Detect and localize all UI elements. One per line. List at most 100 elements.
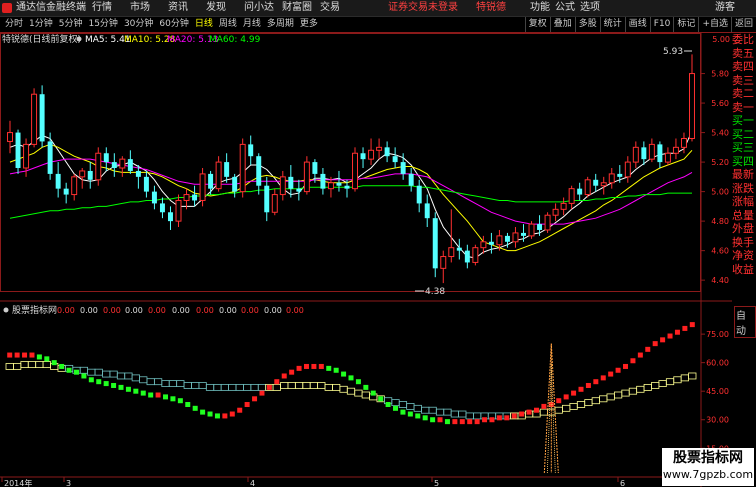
indicator-block	[645, 346, 651, 352]
side-label: 最新	[732, 168, 754, 181]
indicator-block	[333, 367, 339, 373]
menu-item[interactable]: 资讯	[168, 0, 206, 16]
login-notice[interactable]: 证券交易未登录	[388, 0, 458, 16]
terminal-window: 通达信金融终端 行情 市场 资讯 发现 问小达 财富圈 交易 证券交易未登录 特…	[0, 0, 756, 487]
candle	[95, 147, 102, 186]
side-label: 卖二	[732, 87, 754, 100]
period-tab[interactable]: 15分钟	[85, 17, 120, 32]
candle	[544, 212, 551, 233]
indicator-block	[682, 325, 688, 331]
indicator-block	[385, 402, 391, 408]
indicator-block	[348, 375, 354, 381]
date-tick-label: 5	[434, 479, 439, 487]
tool-button[interactable]: 叠加	[549, 17, 575, 32]
indicator-value: 0.00	[57, 306, 75, 315]
indicator-block	[185, 402, 191, 408]
tool-button[interactable]: +自选	[698, 17, 731, 32]
menu-item[interactable]: 市场	[130, 0, 168, 16]
indicator-block	[637, 352, 643, 358]
indicator-block	[177, 398, 183, 404]
indicator-block	[192, 405, 198, 411]
menu-item[interactable]: 发现	[206, 0, 244, 16]
indicator-block	[244, 402, 250, 408]
indicator-block	[163, 394, 169, 400]
indicator-block	[452, 419, 458, 425]
tool-button[interactable]: 画线	[624, 17, 650, 32]
indicator-block	[504, 415, 510, 421]
tool-button[interactable]: 多股	[574, 17, 600, 32]
indicator-block	[111, 382, 117, 388]
period-tab-active[interactable]: 日线	[192, 17, 216, 32]
guest-user[interactable]: 游客	[715, 0, 735, 16]
period-tab[interactable]: 分时	[2, 17, 26, 32]
tool-button[interactable]: 返回	[730, 17, 756, 32]
menu-item[interactable]: 财富圈	[282, 0, 320, 16]
chart-title: 特锐德(日线前复权)	[2, 33, 81, 45]
indicator-block	[482, 417, 488, 423]
period-tab[interactable]: 更多	[297, 17, 321, 32]
menu-item[interactable]: 问小达	[244, 0, 282, 16]
indicator-block	[88, 377, 94, 383]
indicator-block	[652, 341, 658, 347]
indicator-block	[519, 411, 525, 417]
indicator-block	[689, 322, 695, 328]
indicator-block	[474, 419, 480, 425]
period-tab[interactable]: 5分钟	[56, 17, 86, 32]
side-label: 卖五	[732, 46, 754, 60]
indicator-block	[459, 419, 465, 425]
candle	[528, 221, 535, 239]
price-tick-label: 5.20	[711, 158, 729, 167]
indicator-block	[556, 398, 562, 404]
indicator-value: 0.00	[103, 306, 121, 315]
indicator-block	[608, 371, 614, 377]
period-tab[interactable]: 月线	[240, 17, 264, 32]
menu-item-function[interactable]: 功能	[530, 0, 555, 16]
indicator-block	[437, 417, 443, 423]
low-price-label: 4.38	[425, 287, 445, 297]
indicator-block	[667, 333, 673, 339]
period-tabs: 分时 1分钟 5分钟 15分钟 30分钟 60分钟 日线 周线 月线 多周期 更…	[2, 17, 321, 32]
indicator-block	[118, 384, 124, 390]
indicator-block	[133, 388, 139, 394]
side-label: 换手	[732, 235, 754, 249]
period-tab[interactable]: 多周期	[264, 17, 297, 32]
tool-button[interactable]: F10	[649, 17, 674, 32]
indicator-tick-label: 30.00	[706, 416, 729, 425]
indicator-block	[103, 381, 109, 387]
indicator-block	[585, 382, 591, 388]
menu-item-formula[interactable]: 公式	[555, 0, 580, 16]
period-tab[interactable]: 周线	[216, 17, 240, 32]
indicator-block	[96, 379, 102, 385]
menu-item-options[interactable]: 选项	[580, 0, 605, 16]
indicator-tick-label: 75.00	[706, 330, 729, 339]
indicator-block	[593, 379, 599, 385]
main-menu: 行情 市场 资讯 发现 问小达 财富圈 交易	[92, 0, 358, 16]
indicator-block	[66, 367, 72, 373]
settings-dot-icon[interactable]	[76, 36, 82, 42]
candle	[352, 147, 358, 192]
tool-button[interactable]: 复权	[524, 17, 550, 32]
period-tab[interactable]: 30分钟	[121, 17, 156, 32]
side-label: 涨幅	[732, 195, 754, 208]
side-label: 卖三	[732, 73, 754, 87]
indicator-block	[14, 352, 20, 358]
settings-dot-icon[interactable]	[3, 307, 9, 313]
auto-scale-button[interactable]: 自动	[734, 306, 756, 338]
indicator-value: 0.00	[196, 306, 214, 315]
indicator-block	[615, 367, 621, 373]
indicator-block	[623, 363, 629, 369]
candle	[239, 138, 246, 198]
menu-item[interactable]: 交易	[320, 0, 358, 16]
period-tab[interactable]: 60分钟	[156, 17, 191, 32]
side-label: 卖一	[732, 100, 754, 114]
indicator-block	[259, 390, 265, 396]
indicator-block	[155, 392, 161, 398]
tool-button[interactable]: 标记	[673, 17, 698, 32]
chart-area[interactable]: 特锐德(日线前复权) MA5: 5.41 MA10: 5.28 MA20: 5.…	[0, 33, 732, 487]
tool-button[interactable]: 统计	[599, 17, 625, 32]
menu-item[interactable]: 行情	[92, 0, 130, 16]
side-label: 买一	[732, 114, 754, 127]
period-tab[interactable]: 1分钟	[26, 17, 56, 32]
indicator-block	[422, 415, 428, 421]
indicator-block	[125, 386, 131, 392]
